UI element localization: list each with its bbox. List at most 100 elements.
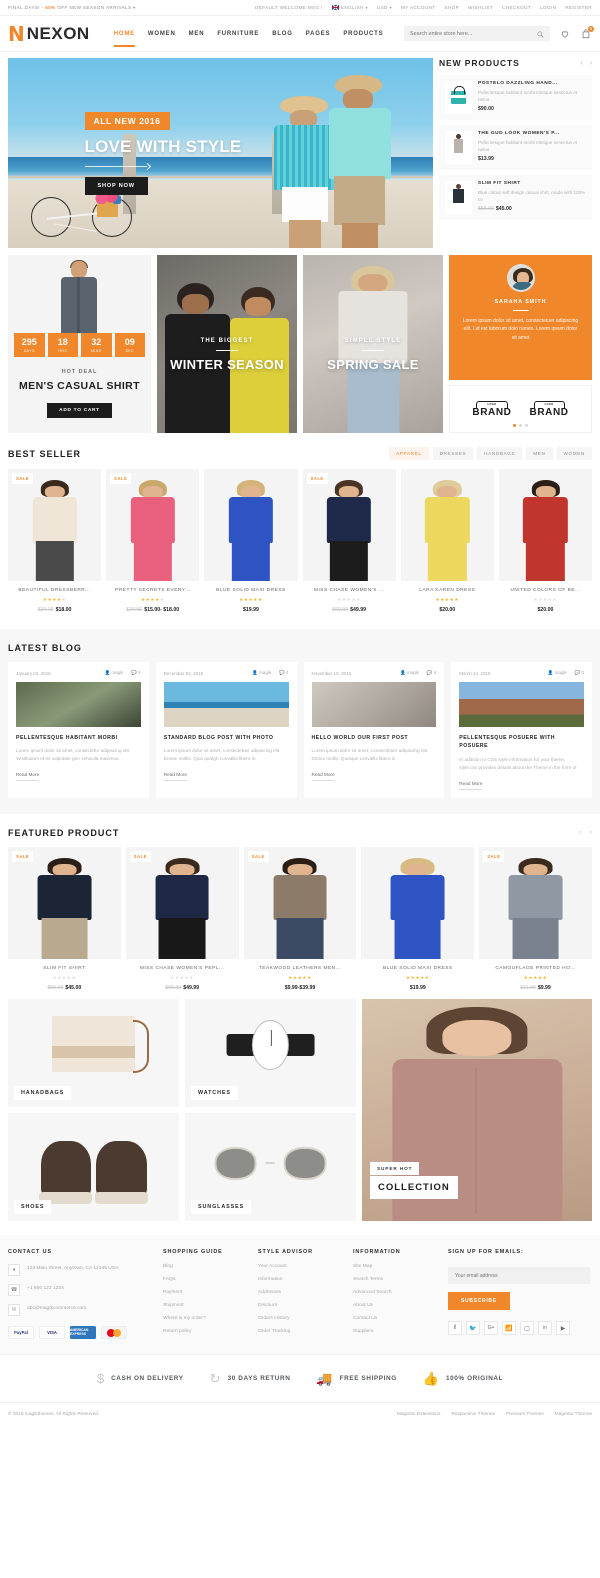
search-box[interactable] bbox=[404, 26, 550, 41]
footer-link[interactable]: Order Tracking bbox=[258, 1329, 343, 1334]
footer-link[interactable]: FAQs bbox=[163, 1277, 248, 1282]
search-input[interactable] bbox=[410, 30, 537, 37]
carousel-dot[interactable] bbox=[513, 424, 516, 427]
prev-arrow-icon[interactable]: ‹ bbox=[579, 829, 581, 836]
promo-message[interactable]: FINAL DAYS! - 50% OFF NEW SEASON ARRIVAL… bbox=[8, 5, 136, 10]
tab-men[interactable]: MEN bbox=[526, 447, 553, 460]
top-link-register[interactable]: REGISTER bbox=[565, 5, 592, 10]
top-link-my-account[interactable]: MY ACCOUNT bbox=[401, 5, 436, 10]
rss-icon[interactable]: 📶 bbox=[502, 1321, 516, 1336]
footer-link[interactable]: Payment bbox=[163, 1290, 248, 1295]
nav-item-men[interactable]: MEN bbox=[189, 27, 205, 41]
language-selector[interactable]: ENGLISH ▾ bbox=[331, 5, 368, 11]
category-tile-handbags[interactable]: HANADBAGS bbox=[8, 998, 179, 1107]
brand-logo-1[interactable]: LOGO BRAND bbox=[472, 400, 511, 418]
footer-link[interactable]: Advanced Search bbox=[353, 1290, 438, 1295]
cart-button[interactable]: 0 bbox=[580, 25, 594, 40]
product-card[interactable]: SALE TEAKWOOD LEATHERS MEN... ★★★★★ $9.99-$… bbox=[243, 846, 357, 991]
footer-link[interactable]: About Us bbox=[353, 1303, 438, 1308]
category-tile-watches[interactable]: WATCHES bbox=[185, 998, 356, 1107]
add-to-cart-button[interactable]: ADD TO CART bbox=[47, 403, 112, 418]
copyright-link[interactable]: Magento Extensions bbox=[397, 1412, 440, 1417]
collection-banner[interactable]: SUPER HOT COLLECTION bbox=[362, 998, 592, 1221]
product-card[interactable]: BLUE SOLID MAXI DRESS ★★★★★ $19.99 bbox=[361, 846, 475, 991]
twitter-icon[interactable]: 🐦 bbox=[466, 1321, 480, 1336]
read-more-link[interactable]: Read More bbox=[16, 772, 40, 782]
read-more-link[interactable]: Read More bbox=[311, 772, 335, 782]
facebook-icon[interactable]: f bbox=[448, 1321, 462, 1336]
site-logo[interactable]: N NEXON bbox=[8, 24, 90, 44]
carousel-dot[interactable] bbox=[519, 424, 522, 427]
newsletter-email-input[interactable] bbox=[448, 1267, 590, 1285]
linkedin-icon[interactable]: in bbox=[538, 1321, 552, 1336]
nav-item-home[interactable]: HOME bbox=[113, 27, 136, 47]
copyright-link[interactable]: Premium Themes bbox=[506, 1412, 544, 1417]
nav-item-women[interactable]: WOMEN bbox=[148, 27, 176, 41]
search-icon[interactable] bbox=[537, 25, 544, 43]
tab-dresses[interactable]: DRESSES bbox=[432, 447, 474, 460]
copyright-link[interactable]: Magento Themes bbox=[555, 1412, 592, 1417]
product-card[interactable]: SALE BEAUTIFUL DRESSBERR... ★★★★★ $20.00 $18… bbox=[8, 469, 102, 613]
currency-selector[interactable]: USD ▾ bbox=[377, 5, 392, 10]
product-card[interactable]: UNITED COLORS OF BE... ★★★★★ $20.00 bbox=[498, 469, 593, 613]
instagram-icon[interactable]: ▢ bbox=[520, 1321, 534, 1336]
new-product-item[interactable]: POSTELO DAZZLING HAND... Pellentesque ha… bbox=[439, 75, 592, 120]
top-link-login[interactable]: LOGIN bbox=[540, 5, 556, 10]
blog-post-card[interactable]: March 24, 2015 👤 magik 💬 0 PELLENTESQUE PO… bbox=[451, 662, 592, 798]
new-product-item[interactable]: SLIM FIT SHIRT Blue colour self design c… bbox=[439, 175, 592, 220]
footer-link[interactable]: Discount bbox=[258, 1303, 343, 1308]
footer-link[interactable]: Information bbox=[258, 1277, 343, 1282]
post-date: November 10, 2015 bbox=[311, 670, 352, 676]
footer-link[interactable]: Your Account bbox=[258, 1264, 343, 1269]
product-card[interactable]: BLUE SOLID MAXI DRESS ★★★★★ $19.99 bbox=[204, 469, 298, 613]
brand-logo-2[interactable]: LOGO BRAND bbox=[530, 400, 569, 418]
footer-link[interactable]: Suppliers bbox=[353, 1329, 438, 1334]
top-link-wishlist[interactable]: WISHLIST bbox=[468, 5, 493, 10]
tab-women[interactable]: WOMEN bbox=[556, 447, 592, 460]
blog-post-card[interactable]: January 04, 2016 👤 magik 💬 5 PELLENTESQUE … bbox=[8, 662, 149, 798]
next-arrow-icon[interactable]: › bbox=[590, 60, 592, 67]
top-link-checkout[interactable]: CHECKOUT bbox=[502, 5, 531, 10]
footer-link[interactable]: Orders History bbox=[258, 1316, 343, 1321]
read-more-link[interactable]: Read More bbox=[459, 781, 483, 790]
product-card[interactable]: SALE PRETTY SECRETS EVERY... ★★★★★ $20.00 $1… bbox=[106, 469, 200, 613]
prev-arrow-icon[interactable]: ‹ bbox=[580, 60, 582, 67]
subscribe-button[interactable]: SUBSCRIBE bbox=[448, 1292, 510, 1311]
tab-handbags[interactable]: HANDBAGS bbox=[477, 447, 523, 460]
blog-post-card[interactable]: December 02, 2015 👤 magik 💬 4 STANDARD BLO… bbox=[155, 662, 297, 798]
footer-link[interactable]: Shipment bbox=[163, 1303, 248, 1308]
next-arrow-icon[interactable]: › bbox=[590, 829, 592, 836]
carousel-dot[interactable] bbox=[525, 424, 528, 427]
nav-item-pages[interactable]: PAGES bbox=[306, 27, 331, 41]
footer-link[interactable]: Return policy bbox=[163, 1329, 248, 1334]
category-tile-shoes[interactable]: SHOES bbox=[8, 1112, 179, 1221]
footer-link[interactable]: Search Terms bbox=[353, 1277, 438, 1282]
read-more-link[interactable]: Read More bbox=[163, 772, 187, 782]
youtube-icon[interactable]: ▶ bbox=[556, 1321, 570, 1336]
top-link-shop[interactable]: SHOP bbox=[445, 5, 460, 10]
product-card[interactable]: SALE MISS CHASE WOMEN'S PEPL... ★★★★★ $65.9… bbox=[125, 846, 239, 991]
footer-link[interactable]: Addresses bbox=[258, 1290, 343, 1295]
tab-apparel[interactable]: APPAREL bbox=[389, 447, 429, 460]
nav-item-furniture[interactable]: FURNITURE bbox=[217, 27, 259, 41]
nav-item-blog[interactable]: BLOG bbox=[272, 27, 293, 41]
footer-link[interactable]: Site Map bbox=[353, 1264, 438, 1269]
product-card[interactable]: SALE SLIM FIT SHIRT ★★★★★ $55.00 $45.00 bbox=[8, 846, 121, 991]
winter-season-banner[interactable]: THE BIGGEST WINTER SEASON bbox=[156, 255, 297, 433]
footer-link[interactable]: Where is my order? bbox=[163, 1316, 248, 1321]
product-card[interactable]: LARA KAREN DRESS ★★★★★ $20.00 bbox=[400, 469, 494, 613]
hero-banner[interactable]: ALL NEW 2016 LOVE WITH STYLE SHOP NOW bbox=[8, 58, 433, 248]
footer-link[interactable]: Contact Us bbox=[353, 1316, 438, 1321]
blog-post-card[interactable]: November 10, 2015 👤 magik 💬 4 HELLO WORLD … bbox=[303, 662, 445, 798]
wishlist-button[interactable] bbox=[559, 28, 571, 40]
product-card[interactable]: SALE MISS CHASE WOMEN'S ... ★★★★★ $69.99 $49… bbox=[302, 469, 396, 613]
new-product-item[interactable]: THE GUD LOOK WOMEN'S P... Pellentesque h… bbox=[439, 125, 592, 170]
spring-sale-banner[interactable]: SIMPLE STYLE SPRING SALE bbox=[303, 255, 444, 433]
product-card[interactable]: SALE CAMOUFLAGE PRINTED HO... ★★★★★ $11.99 $… bbox=[479, 846, 592, 991]
shop-now-button[interactable]: SHOP NOW bbox=[84, 177, 148, 196]
footer-link[interactable]: Blog bbox=[163, 1264, 248, 1269]
copyright-link[interactable]: Responsive Themes bbox=[451, 1412, 495, 1417]
nav-item-products[interactable]: PRODUCTS bbox=[343, 27, 383, 41]
category-tile-sunglasses[interactable]: SUNGLASSES bbox=[185, 1112, 356, 1221]
google-plus-icon[interactable]: G+ bbox=[484, 1321, 498, 1336]
